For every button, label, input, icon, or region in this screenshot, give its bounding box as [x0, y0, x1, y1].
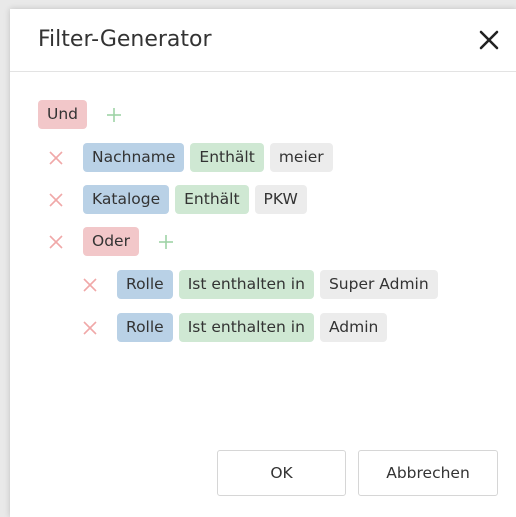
condition-operator-chip[interactable]: Ist enthalten in: [178, 270, 314, 299]
group-condition-row: Rolle Ist enthalten in Admin: [81, 313, 388, 342]
condition-row: Nachname Enthält meier: [47, 143, 333, 172]
condition-field-chip[interactable]: Rolle: [117, 270, 173, 299]
root-logic-chip[interactable]: Und: [38, 100, 88, 129]
condition-field-chip[interactable]: Rolle: [117, 313, 173, 342]
group-logic-row: Oder: [47, 227, 175, 256]
remove-icon[interactable]: [81, 276, 99, 294]
plus-icon[interactable]: [157, 233, 175, 251]
condition-value-chip[interactable]: PKW: [254, 185, 307, 214]
filter-generator-dialog: Filter-Generator Und Nachname Enthält me…: [10, 9, 516, 517]
group-logic-chip[interactable]: Oder: [83, 227, 139, 256]
remove-icon[interactable]: [47, 233, 65, 251]
cancel-button[interactable]: Abbrechen: [358, 450, 498, 496]
close-icon: [479, 30, 499, 50]
dialog-header: Filter-Generator: [10, 9, 516, 72]
group-condition-row: Rolle Ist enthalten in Super Admin: [81, 270, 438, 299]
remove-icon[interactable]: [81, 319, 99, 337]
remove-icon[interactable]: [47, 191, 65, 209]
condition-field-chip[interactable]: Kataloge: [83, 185, 170, 214]
condition-row: Kataloge Enthält PKW: [47, 185, 307, 214]
condition-value-chip[interactable]: Admin: [319, 313, 388, 342]
root-logic-row: Und: [38, 100, 123, 129]
condition-value-chip[interactable]: Super Admin: [319, 270, 438, 299]
condition-operator-chip[interactable]: Enthält: [175, 185, 249, 214]
dialog-title: Filter-Generator: [38, 27, 212, 52]
ok-button[interactable]: OK: [217, 450, 346, 496]
plus-icon[interactable]: [105, 106, 123, 124]
remove-icon[interactable]: [47, 149, 65, 167]
condition-operator-chip[interactable]: Ist enthalten in: [178, 313, 314, 342]
condition-field-chip[interactable]: Nachname: [83, 143, 185, 172]
close-button[interactable]: [476, 27, 502, 53]
condition-operator-chip[interactable]: Enthält: [190, 143, 264, 172]
condition-value-chip[interactable]: meier: [269, 143, 333, 172]
